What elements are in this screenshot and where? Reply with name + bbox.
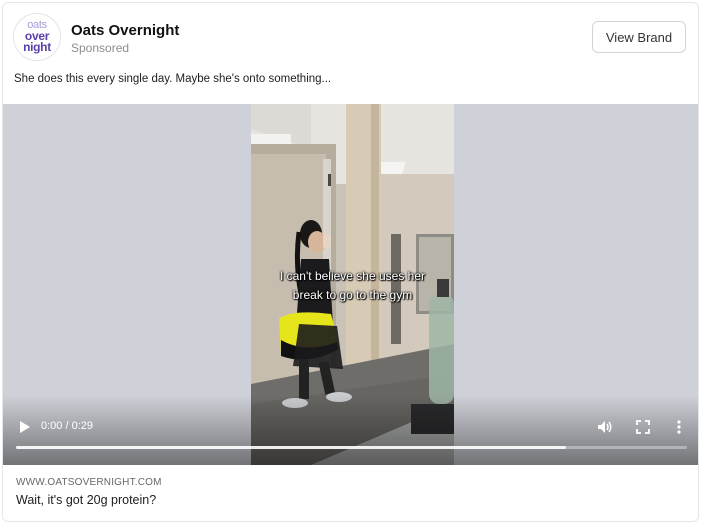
volume-icon[interactable] [597, 420, 613, 434]
view-brand-button[interactable]: View Brand [592, 21, 686, 53]
video-subtitle: I can't believe she uses her break to go… [251, 267, 454, 305]
subtitle-line: I can't believe she uses her [279, 269, 426, 283]
progress-bar[interactable] [16, 446, 687, 449]
sponsored-label: Sponsored [71, 41, 130, 55]
fullscreen-icon[interactable] [636, 420, 650, 434]
controls-gradient [3, 395, 698, 465]
subtitle-line: break to go to the gym [292, 288, 413, 302]
ad-header: oats over night Oats Overnight Sponsored… [3, 3, 698, 71]
ad-url[interactable]: WWW.OATSOVERNIGHT.COM [16, 477, 162, 488]
post-caption: She does this every single day. Maybe sh… [14, 73, 332, 85]
time-display: 0:00 / 0:29 [41, 420, 93, 432]
brand-name[interactable]: Oats Overnight [71, 22, 179, 39]
logo-text-line3: night [23, 39, 51, 54]
ad-headline[interactable]: Wait, it's got 20g protein? [16, 493, 156, 507]
ad-card: oats over night Oats Overnight Sponsored… [2, 2, 699, 522]
more-vertical-icon[interactable] [675, 419, 683, 435]
video-player[interactable]: I can't believe she uses her break to go… [3, 104, 698, 465]
play-icon[interactable] [17, 420, 31, 434]
brand-avatar[interactable]: oats over night [13, 13, 61, 61]
progress-buffered [16, 446, 567, 449]
